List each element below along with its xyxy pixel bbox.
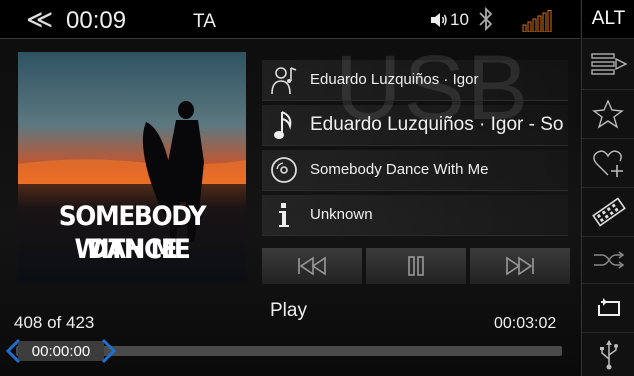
genre-row: Unknown: [262, 195, 568, 236]
add-favorite-icon: [592, 150, 623, 177]
add-favorite-button[interactable]: [582, 139, 634, 188]
track-duration: 00:03:02: [494, 315, 557, 332]
progress-handle[interactable]: 00:00:00: [6, 338, 116, 364]
play-state-label: Play: [270, 300, 307, 321]
track-count: 408 of 423: [14, 313, 95, 332]
signal-icon: [522, 10, 552, 32]
favorite-star-icon: [591, 99, 624, 129]
artist-icon: [268, 64, 300, 96]
next-button[interactable]: [470, 248, 570, 284]
volume-level: 10: [450, 10, 469, 29]
alt-button[interactable]: ALT: [582, 0, 634, 39]
next-icon: [506, 256, 534, 276]
pause-button[interactable]: [366, 248, 466, 284]
media-player-screen: ≪ 00:09 TA 10 USB: [0, 0, 634, 376]
media-browse-button[interactable]: [582, 188, 634, 237]
genre: Unknown: [310, 206, 373, 223]
usb-icon: [599, 339, 618, 369]
playlist-button[interactable]: [582, 39, 634, 90]
previous-button[interactable]: [262, 248, 362, 284]
album-art-title-line2: WITH ME: [74, 234, 190, 265]
artist-name: Eduardo Luzquiños · Igor: [310, 71, 479, 88]
back-icon[interactable]: ≪: [26, 6, 53, 32]
status-bar: ≪ 00:09 TA 10: [0, 0, 580, 39]
repeat-button[interactable]: [582, 284, 634, 333]
shuffle-icon: [593, 251, 624, 269]
pause-icon: [408, 256, 424, 276]
artist-row: Eduardo Luzquiños · Igor: [262, 60, 568, 101]
info-icon: [268, 199, 300, 231]
album-name: Somebody Dance With Me: [310, 161, 489, 178]
bluetooth-icon: [479, 6, 493, 32]
music-note-icon: [268, 109, 300, 141]
repeat-icon: [597, 298, 620, 316]
track-title: Eduardo Luzquiños · Igor - Sor: [310, 114, 564, 135]
ta-indicator[interactable]: TA: [193, 11, 216, 33]
previous-icon: [298, 256, 326, 276]
playlist-icon: [590, 53, 627, 75]
volume-icon: [431, 13, 447, 27]
alt-label: ALT: [591, 8, 626, 29]
usb-source-button[interactable]: [582, 333, 634, 376]
album-row: Somebody Dance With Me: [262, 150, 568, 191]
album-art: SOMEBODY DANCE WITH ME: [18, 52, 246, 282]
shuffle-button[interactable]: [582, 237, 634, 284]
track-row: Eduardo Luzquiños · Igor - Sor: [262, 105, 568, 146]
media-browse-icon: [591, 197, 626, 227]
side-menu: ALT: [581, 0, 634, 376]
clock: 00:09: [66, 7, 127, 34]
disc-icon: [268, 154, 300, 186]
favorites-button[interactable]: [582, 90, 634, 139]
elapsed-time: 00:00:00: [31, 342, 91, 360]
volume-indicator: 10: [430, 10, 469, 30]
